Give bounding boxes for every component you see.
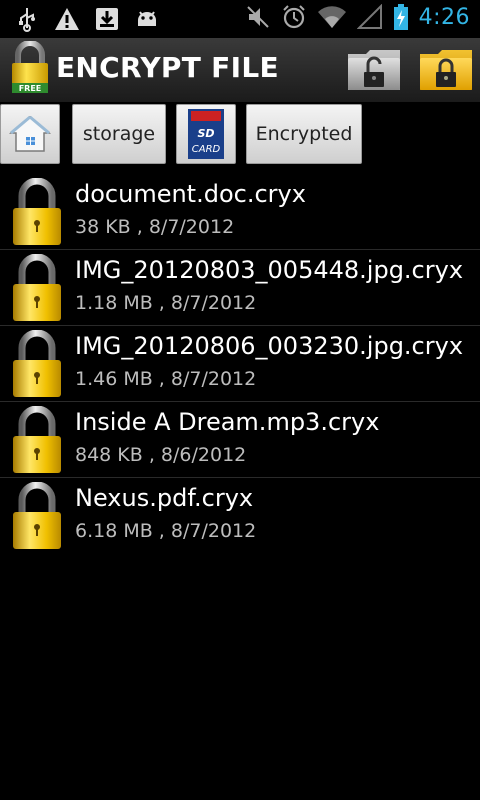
file-list: document.doc.cryx 38 KB , 8/7/2012 IMG_2…: [0, 174, 480, 554]
path-bar: storage SD CARD Encrypted: [0, 102, 480, 170]
signal-icon: [356, 4, 382, 29]
path-home-button[interactable]: [0, 104, 60, 164]
padlock-icon: [12, 254, 62, 322]
sd-card-text-bottom: CARD: [192, 144, 221, 155]
padlock-icon: [12, 406, 62, 474]
app-lock-icon: FREE: [12, 41, 48, 93]
clock: 4:26: [418, 4, 470, 30]
warning-icon: [55, 8, 79, 30]
file-row[interactable]: IMG_20120806_003230.jpg.cryx 1.46 MB , 8…: [0, 326, 480, 402]
padlock-icon: [12, 330, 62, 398]
mute-icon: [246, 6, 269, 28]
file-name: document.doc.cryx: [75, 180, 306, 208]
file-name: Nexus.pdf.cryx: [75, 484, 254, 512]
android-debug-icon: [138, 11, 156, 26]
wifi-icon: [317, 6, 346, 28]
usb-icon: [19, 8, 35, 32]
battery-charging-icon: [393, 4, 408, 30]
file-meta: 38 KB , 8/7/2012: [75, 216, 235, 238]
sd-card-icon: SD CARD: [188, 109, 224, 159]
file-row[interactable]: document.doc.cryx 38 KB , 8/7/2012: [0, 174, 480, 250]
decrypt-folder-button[interactable]: [346, 44, 402, 94]
path-encrypted-button[interactable]: Encrypted: [246, 104, 362, 164]
path-storage-button[interactable]: storage: [72, 104, 166, 164]
padlock-icon: [12, 178, 62, 246]
download-icon: [96, 8, 118, 30]
file-row[interactable]: Nexus.pdf.cryx 6.18 MB , 8/7/2012: [0, 478, 480, 554]
file-name: IMG_20120803_005448.jpg.cryx: [75, 256, 464, 284]
unlocked-folder-icon: [348, 50, 400, 90]
app-title: ENCRYPT FILE: [56, 51, 279, 84]
status-bar: 4:26: [0, 0, 480, 38]
padlock-icon: [12, 482, 62, 550]
alarm-icon: [282, 5, 305, 29]
sd-card-text-top: SD: [197, 127, 214, 140]
file-meta: 1.18 MB , 8/7/2012: [75, 292, 257, 314]
file-name: Inside A Dream.mp3.cryx: [75, 408, 380, 436]
title-bar: FREE ENCRYPT FILE: [0, 38, 480, 103]
file-meta: 1.46 MB , 8/7/2012: [75, 368, 257, 390]
file-meta: 848 KB , 8/6/2012: [75, 444, 247, 466]
home-icon: [8, 115, 52, 152]
file-meta: 6.18 MB , 8/7/2012: [75, 520, 257, 542]
file-row[interactable]: Inside A Dream.mp3.cryx 848 KB , 8/6/201…: [0, 402, 480, 478]
file-name: IMG_20120806_003230.jpg.cryx: [75, 332, 464, 360]
path-sdcard-button[interactable]: SD CARD: [176, 104, 236, 164]
locked-folder-icon: [420, 50, 472, 90]
app-badge: FREE: [19, 84, 42, 93]
encrypt-folder-button[interactable]: [418, 44, 474, 94]
file-row[interactable]: IMG_20120803_005448.jpg.cryx 1.18 MB , 8…: [0, 250, 480, 326]
